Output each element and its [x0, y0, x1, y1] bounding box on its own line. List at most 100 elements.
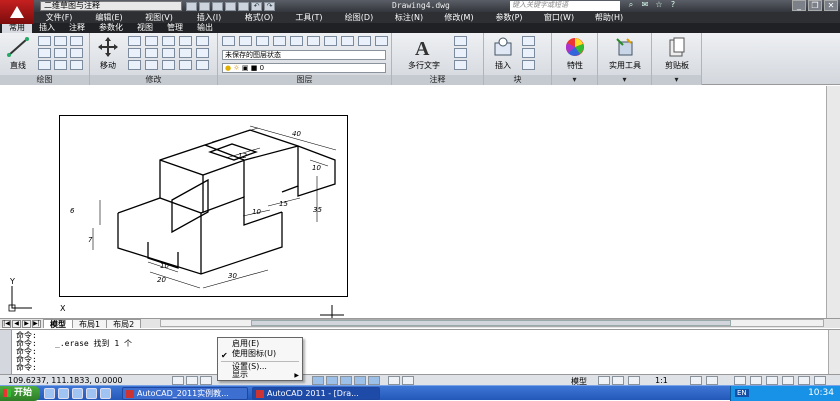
layer-merge-icon[interactable] [358, 36, 371, 46]
restore-icon[interactable]: ❐ [808, 0, 822, 11]
current-layer-dropdown[interactable]: ● ☼ ▣ ■ 0 [222, 63, 386, 73]
quick-properties-toggle[interactable] [402, 376, 414, 385]
folder-icon[interactable] [58, 388, 69, 399]
mtext-button[interactable]: A 多行文字 [396, 36, 452, 71]
quick-view-layouts-icon[interactable] [598, 376, 610, 385]
point-icon[interactable] [70, 60, 83, 70]
snap-toggle[interactable] [186, 376, 198, 385]
annotation-visibility-icon[interactable] [690, 376, 702, 385]
stretch-icon[interactable] [162, 48, 175, 58]
isometric-drawing[interactable]: 40 12 10 35 15 10 6 7 10 20 30 Y X [0, 86, 826, 318]
hardware-acceleration-icon[interactable] [766, 376, 778, 385]
workspace-select[interactable]: 二维草图与注释 [40, 1, 182, 11]
polar-toggle[interactable] [326, 376, 338, 385]
otrack-toggle[interactable] [354, 376, 366, 385]
save-icon[interactable] [212, 1, 223, 11]
autocad-logo-icon[interactable] [0, 0, 34, 24]
tab-insert[interactable]: 插入 [32, 23, 62, 33]
task-autocad[interactable]: AutoCAD 2011 - [Dra... [252, 387, 380, 400]
layer-delete-icon[interactable] [375, 36, 388, 46]
menu-display[interactable]: 显示 [232, 370, 248, 380]
search-icon[interactable]: ⌕ [626, 0, 636, 10]
menu-help[interactable]: 帮助(H) [584, 12, 634, 23]
prev-tab-icon[interactable]: ◀ [12, 319, 21, 328]
panel-block-title[interactable]: 块 [484, 75, 551, 85]
isolate-objects-icon[interactable] [782, 376, 794, 385]
multileader-icon[interactable] [454, 48, 467, 58]
line-button[interactable]: 直线 [4, 36, 32, 71]
command-scrollbar[interactable] [828, 330, 840, 375]
mirror-icon[interactable] [196, 36, 209, 46]
layer-walk-icon[interactable] [341, 36, 354, 46]
hatch-icon[interactable] [70, 48, 83, 58]
media-icon[interactable] [72, 388, 83, 399]
menu-dimension[interactable]: 标注(N) [384, 12, 434, 23]
break-icon[interactable] [179, 60, 192, 70]
status-bar-menu-icon[interactable] [798, 376, 810, 385]
menu-enable[interactable]: 启用(E) [232, 339, 259, 349]
clean-screen-icon[interactable] [814, 376, 826, 385]
menu-use-icons[interactable]: 使用图标(U) [232, 349, 276, 359]
layer-previous-icon[interactable] [324, 36, 337, 46]
command-window[interactable]: 命令: 命令: 命令: 命令: 命令: _.erase 找到 1 个 [0, 329, 840, 375]
ellipse-icon[interactable] [54, 48, 67, 58]
plot-icon[interactable] [238, 1, 249, 11]
toolbar-lock-icon[interactable] [750, 376, 762, 385]
explode-icon[interactable] [145, 48, 158, 58]
trim-icon[interactable] [145, 36, 158, 46]
panel-annotation-title[interactable]: 注释 [392, 75, 483, 85]
panel-properties-expander[interactable]: ▾ [552, 75, 597, 85]
minimize-icon[interactable]: _ [792, 0, 806, 11]
edit-block-icon[interactable] [522, 48, 535, 58]
layer-lock-icon[interactable] [290, 36, 303, 46]
tab-home[interactable]: 常用 [2, 23, 32, 33]
linear-dimension-icon[interactable] [454, 36, 467, 46]
command-prompt[interactable]: 命令: [16, 364, 37, 372]
menu-tools[interactable]: 工具(T) [284, 12, 334, 23]
osnap-toggle[interactable] [340, 376, 352, 385]
lineweight-toggle[interactable] [388, 376, 400, 385]
horizontal-scrollbar[interactable] [160, 319, 824, 327]
workspace-switching-icon[interactable] [734, 376, 746, 385]
menu-draw[interactable]: 绘图(D) [334, 12, 384, 23]
extend-icon[interactable] [145, 60, 158, 70]
tab-manage[interactable]: 管理 [160, 23, 190, 33]
task-tutorial[interactable]: AutoCAD_2011实例教... [122, 387, 248, 400]
scale-icon[interactable] [179, 48, 192, 58]
close-icon[interactable]: ✕ [824, 0, 838, 11]
grid-toggle[interactable] [200, 376, 212, 385]
properties-button[interactable]: 特性 [556, 36, 594, 71]
star-icon[interactable]: ☆ [654, 0, 664, 10]
layer-properties-icon[interactable] [222, 36, 235, 46]
menu-window[interactable]: 窗口(W) [534, 12, 584, 23]
menu-format[interactable]: 格式(O) [234, 12, 284, 23]
tab-model[interactable]: 模型 [43, 319, 73, 329]
new-file-icon[interactable] [186, 1, 197, 11]
polyline-icon[interactable] [38, 36, 51, 46]
menu-modify[interactable]: 修改(M) [434, 12, 484, 23]
rotate-icon[interactable] [128, 36, 141, 46]
first-tab-icon[interactable]: |◀ [2, 319, 11, 328]
menu-parametric[interactable]: 参数(P) [484, 12, 534, 23]
fillet-icon[interactable] [128, 48, 141, 58]
language-indicator[interactable]: EN [735, 389, 749, 397]
redo-icon[interactable]: ↷ [264, 1, 275, 11]
insert-block-button[interactable]: 插入 [488, 36, 518, 71]
chamfer-icon[interactable] [162, 60, 175, 70]
tab-layout1[interactable]: 布局1 [72, 319, 108, 329]
tab-output[interactable]: 输出 [190, 23, 220, 33]
horizontal-scroll-thumb[interactable] [251, 320, 731, 326]
search-input[interactable]: 键入关键字或短语 [510, 1, 620, 11]
layer-state-dropdown[interactable]: 未保存的图层状态 [222, 50, 386, 60]
app-icon[interactable] [100, 388, 111, 399]
layer-match-icon[interactable] [307, 36, 320, 46]
rectangle-icon[interactable] [70, 36, 83, 46]
panel-utilities-expander[interactable]: ▾ [598, 75, 651, 85]
open-file-icon[interactable] [199, 1, 210, 11]
region-icon[interactable] [54, 60, 67, 70]
vertical-scrollbar[interactable] [826, 86, 840, 318]
last-tab-icon[interactable]: ▶| [32, 319, 41, 328]
clipboard-button[interactable]: 剪贴板 [656, 36, 698, 71]
next-tab-icon[interactable]: ▶ [22, 319, 31, 328]
tab-parametric[interactable]: 参数化 [92, 23, 130, 33]
